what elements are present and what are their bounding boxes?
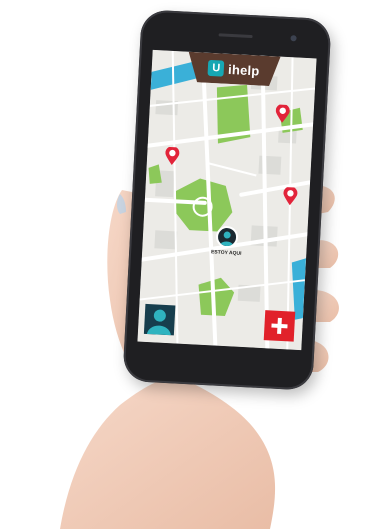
user-avatar-icon bbox=[146, 309, 171, 336]
location-pin-icon[interactable] bbox=[283, 186, 298, 206]
app-screen: U ihelp ESTOY AQUI bbox=[137, 49, 317, 351]
current-location-marker[interactable]: ESTOY AQUI bbox=[209, 225, 245, 257]
user-avatar-icon bbox=[215, 225, 239, 249]
app-name: ihelp bbox=[227, 61, 260, 79]
profile-button[interactable] bbox=[143, 303, 176, 336]
location-pin-icon[interactable] bbox=[275, 104, 290, 123]
app-header: U ihelp bbox=[187, 51, 281, 87]
location-pin-icon[interactable] bbox=[165, 146, 180, 166]
phone-speaker bbox=[218, 33, 253, 39]
phone-device: U ihelp ESTOY AQUI bbox=[122, 9, 332, 391]
emergency-button[interactable] bbox=[263, 310, 296, 342]
product-photo: U ihelp ESTOY AQUI bbox=[0, 0, 375, 529]
plus-icon bbox=[271, 317, 288, 335]
app-logo-icon: U bbox=[207, 59, 225, 77]
phone-camera bbox=[290, 35, 297, 42]
